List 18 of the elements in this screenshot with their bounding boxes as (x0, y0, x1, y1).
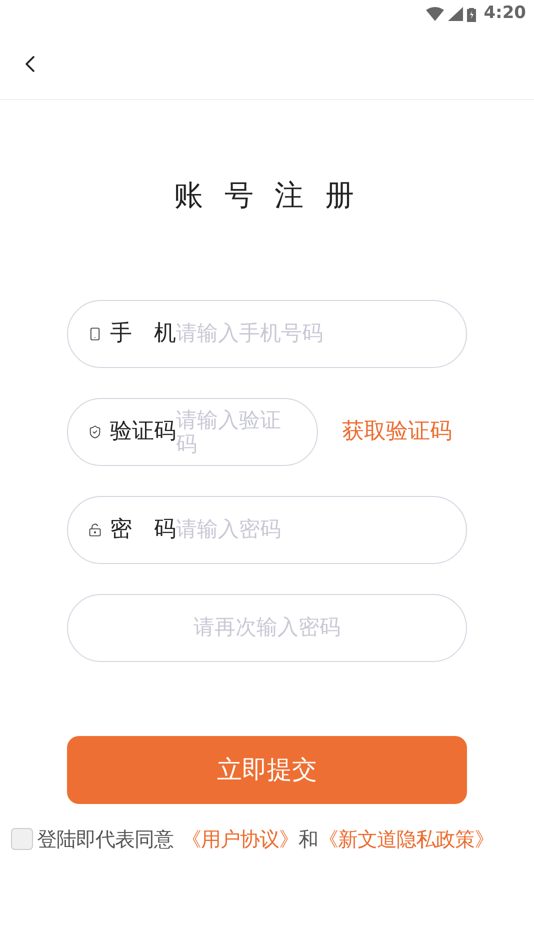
status-time: 4:20 (484, 2, 526, 26)
phone-icon (88, 326, 102, 340)
user-agreement-link[interactable]: 《用户协议》 (182, 824, 298, 854)
field-label: 验证码 (110, 418, 176, 446)
field-label: 密 码 (110, 516, 176, 544)
lock-icon (88, 522, 102, 536)
wifi-icon (426, 7, 444, 21)
agreement-joiner: 和 (298, 826, 318, 852)
field-label: 手 机 (110, 320, 176, 348)
shield-icon (88, 424, 102, 438)
battery-icon (466, 6, 476, 22)
page-title: 账 号 注 册 (174, 177, 360, 214)
agreement-text: 登陆即代表同意 (37, 826, 174, 852)
get-code-link[interactable]: 获取验证码 (342, 415, 452, 448)
submit-button[interactable]: 立即提交 (67, 736, 467, 804)
signal-icon (448, 7, 463, 21)
privacy-policy-link[interactable]: 《新文道隐私政策》 (318, 824, 494, 854)
agree-checkbox[interactable] (11, 828, 33, 850)
